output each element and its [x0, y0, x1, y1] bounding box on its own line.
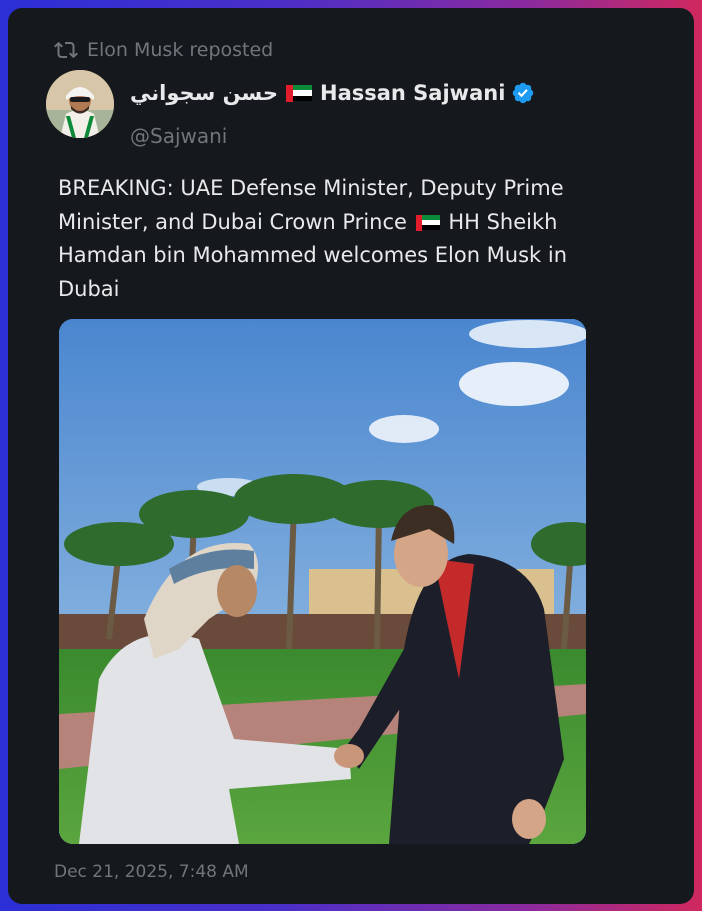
tweet-card[interactable]: Elon Musk reposted حسن سجواني Hassan Saj…	[8, 8, 694, 904]
author-name-english[interactable]: Hassan Sajwani	[320, 81, 505, 105]
tweet-photo[interactable]	[59, 319, 586, 844]
tweet-text: BREAKING: UAE Defense Minister, Deputy P…	[58, 172, 618, 306]
tweet-timestamp[interactable]: Dec 21, 2025, 7:48 AM	[54, 862, 249, 882]
repost-icon	[54, 41, 78, 59]
repost-text: Elon Musk reposted	[87, 39, 274, 61]
author-name-arabic[interactable]: حسن سجواني	[130, 81, 278, 105]
author-handle[interactable]: @Sajwani	[130, 124, 227, 148]
verified-badge-icon	[513, 82, 534, 104]
avatar[interactable]	[46, 70, 114, 138]
uae-flag-icon	[286, 84, 312, 102]
uae-flag-icon	[415, 214, 440, 231]
repost-indicator[interactable]: Elon Musk reposted	[54, 37, 273, 63]
author-name-row[interactable]: حسن سجواني Hassan Sajwani	[130, 76, 535, 110]
